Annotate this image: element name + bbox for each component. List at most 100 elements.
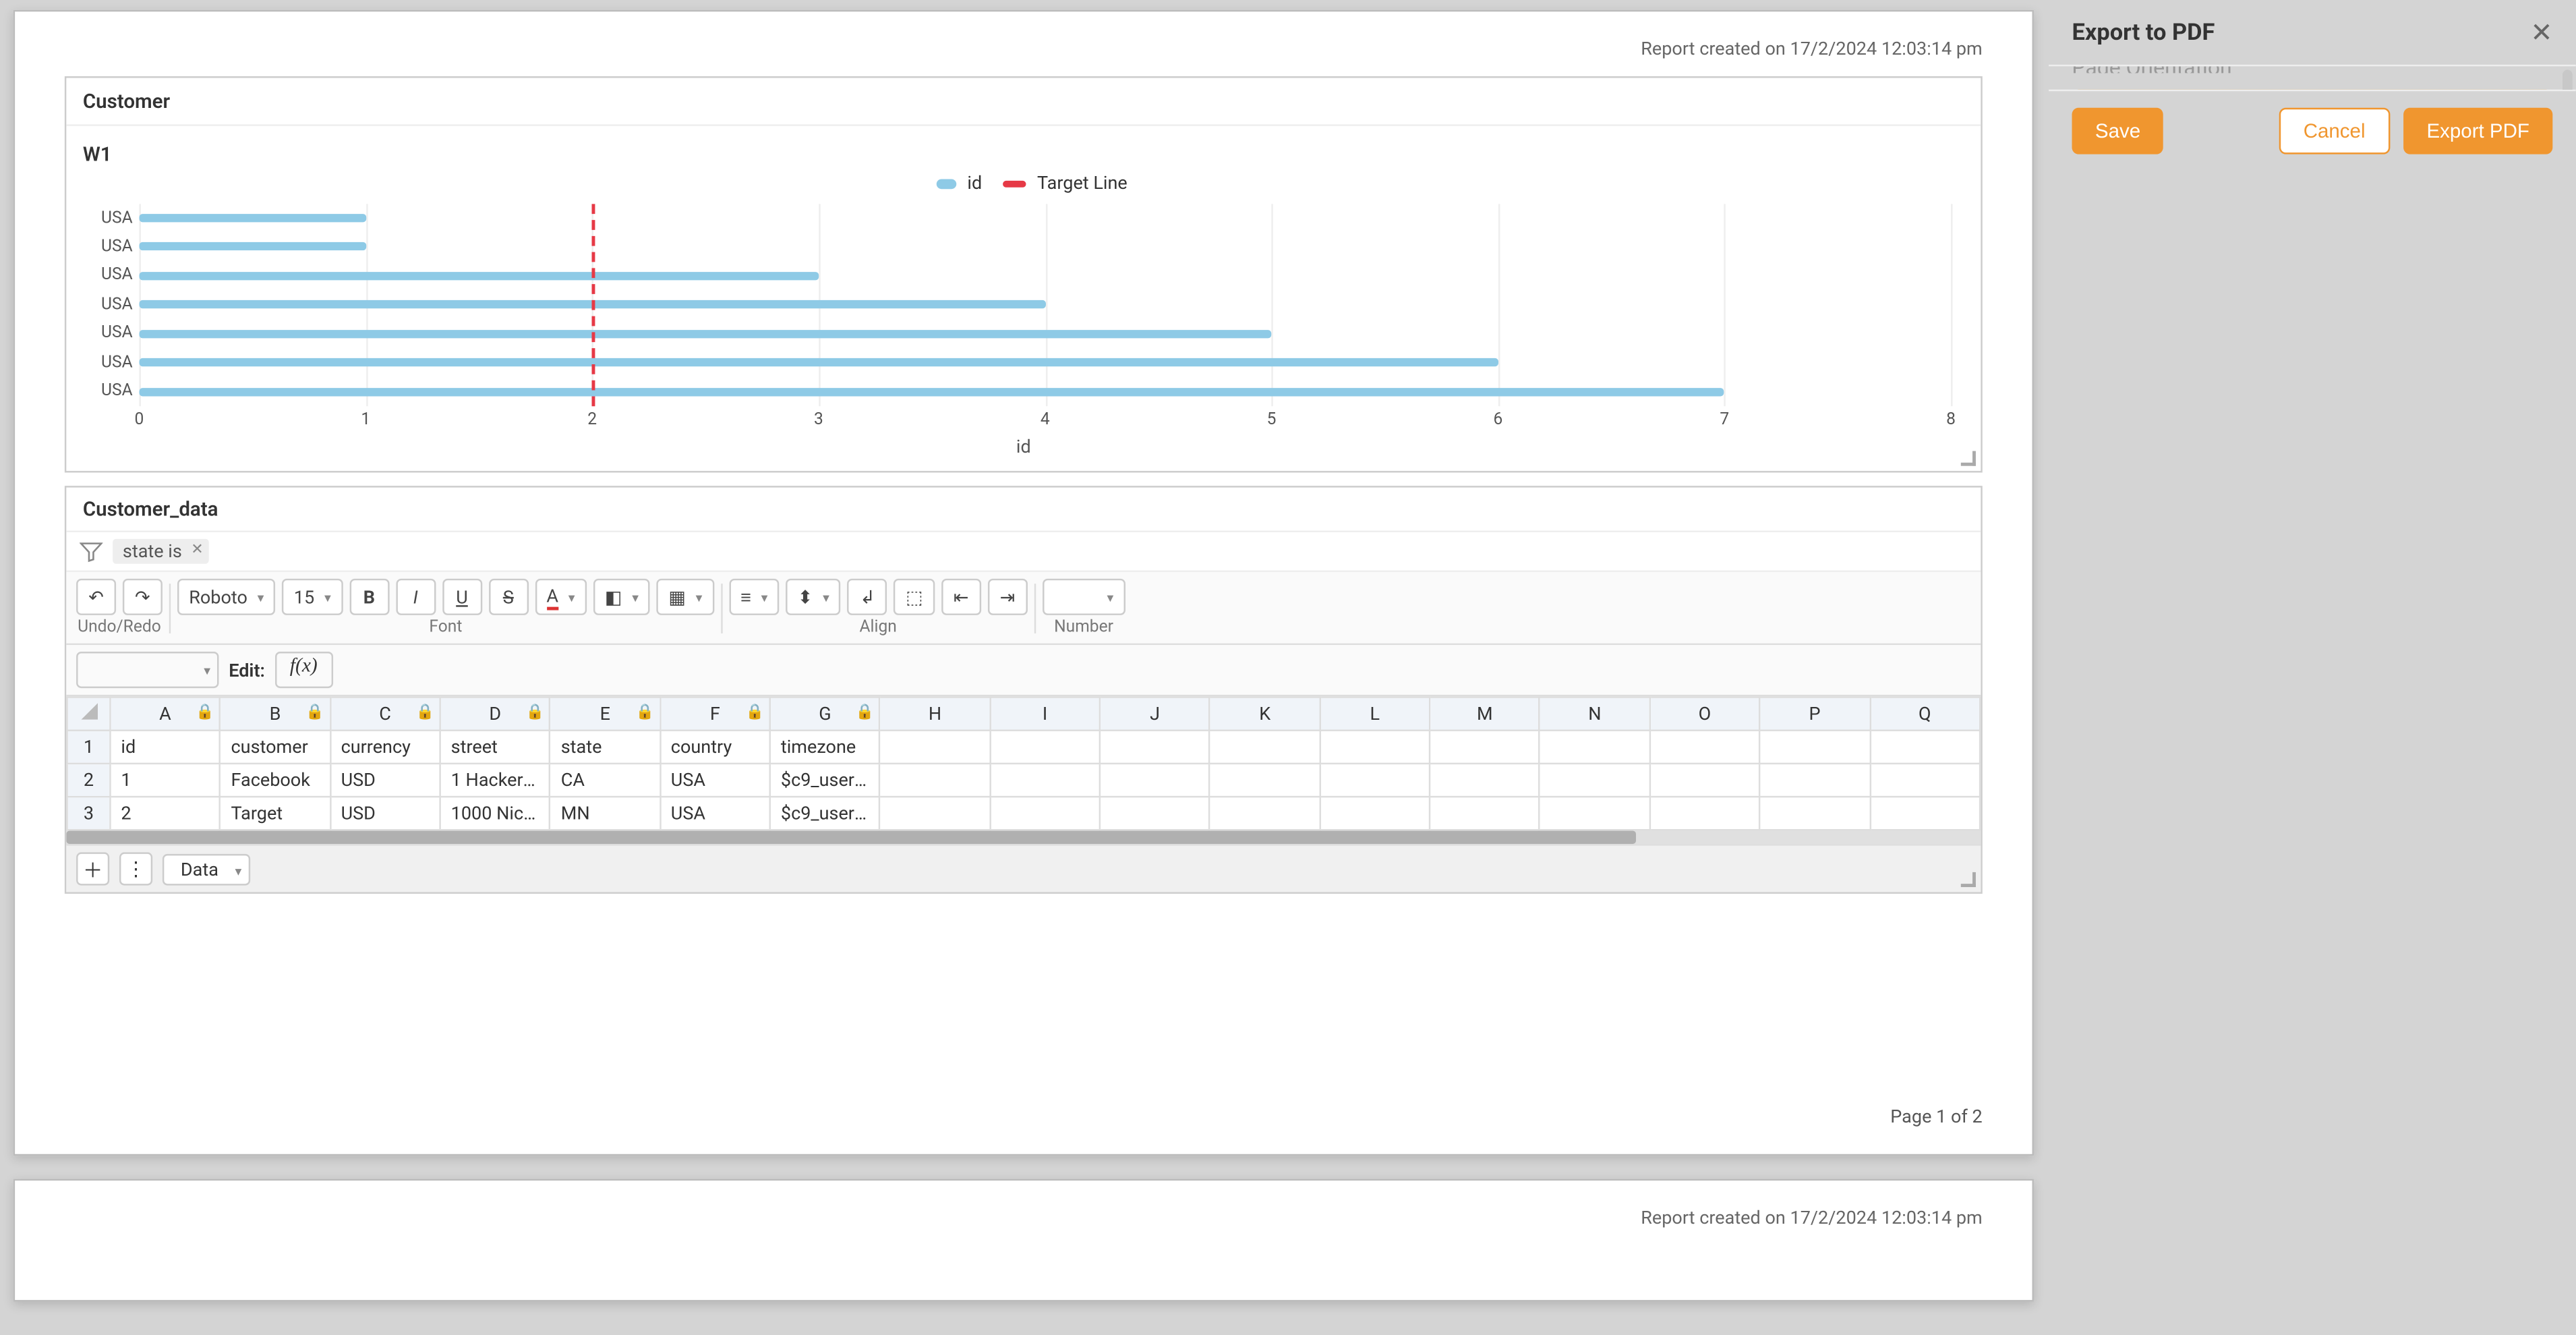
redo-button[interactable]: ↷ — [123, 579, 163, 615]
cell[interactable]: USD — [330, 797, 440, 830]
close-icon[interactable]: ✕ — [191, 542, 204, 559]
cell[interactable]: timezone — [770, 731, 880, 764]
cell[interactable]: $c9_user_... — [770, 797, 880, 830]
column-header[interactable]: K — [1210, 698, 1320, 731]
italic-button[interactable]: I — [396, 579, 436, 615]
column-header[interactable]: H — [880, 698, 990, 731]
column-header[interactable]: C🔒 — [330, 698, 440, 731]
cell[interactable]: currency — [330, 731, 440, 764]
cell[interactable] — [1870, 797, 1980, 830]
cell[interactable] — [1870, 731, 1980, 764]
panel-scrollbar[interactable] — [2563, 69, 2573, 86]
cell[interactable]: CA — [550, 764, 660, 797]
cell[interactable] — [1649, 731, 1759, 764]
row-header[interactable]: 3 — [67, 797, 111, 830]
cell[interactable]: Target — [221, 797, 330, 830]
close-panel-button[interactable]: ✕ — [2530, 17, 2552, 49]
cell[interactable] — [1760, 764, 1870, 797]
cell[interactable] — [880, 731, 990, 764]
column-header[interactable]: D🔒 — [440, 698, 550, 731]
sheet-tab-data[interactable]: Data ▾ — [163, 853, 250, 885]
cell[interactable]: USA — [660, 764, 770, 797]
halign-button[interactable]: ≡▾ — [729, 579, 780, 615]
strike-button[interactable]: S — [488, 579, 528, 615]
fx-button[interactable]: f(x) — [275, 652, 332, 688]
cell[interactable]: 1 Hacker ... — [440, 764, 550, 797]
bold-button[interactable]: B — [349, 579, 389, 615]
column-header[interactable]: G🔒 — [770, 698, 880, 731]
column-header[interactable]: M — [1430, 698, 1540, 731]
add-sheet-button[interactable]: ＋ — [76, 852, 109, 885]
cell[interactable]: 1 — [110, 764, 220, 797]
wrap-button[interactable]: ↲ — [848, 579, 887, 615]
textcolor-button[interactable]: A▾ — [535, 579, 587, 615]
select-all-corner[interactable] — [67, 698, 111, 731]
cell[interactable] — [1320, 731, 1430, 764]
column-header[interactable]: O — [1649, 698, 1759, 731]
row-header[interactable]: 1 — [67, 731, 111, 764]
underline-button[interactable]: U — [442, 579, 482, 615]
cell[interactable] — [880, 797, 990, 830]
cell[interactable] — [1760, 731, 1870, 764]
resize-handle-icon[interactable] — [1961, 451, 1978, 468]
column-header[interactable]: Q — [1870, 698, 1980, 731]
cell[interactable] — [1210, 797, 1320, 830]
valign-button[interactable]: ⬍▾ — [786, 579, 842, 615]
fillcolor-button[interactable]: ◧▾ — [593, 579, 651, 615]
indent-inc-button[interactable]: ⇥ — [988, 579, 1028, 615]
cell[interactable] — [1430, 731, 1540, 764]
cell[interactable]: Facebook — [221, 764, 330, 797]
cell[interactable] — [1649, 764, 1759, 797]
cell[interactable] — [1320, 797, 1430, 830]
column-header[interactable]: P — [1760, 698, 1870, 731]
fontsize-select[interactable]: 15▾ — [283, 579, 343, 615]
column-header[interactable]: I — [990, 698, 1100, 731]
cell[interactable] — [1870, 764, 1980, 797]
resize-handle-icon[interactable] — [1961, 872, 1978, 889]
column-header[interactable]: A🔒 — [110, 698, 220, 731]
cell[interactable]: country — [660, 731, 770, 764]
cell[interactable] — [880, 764, 990, 797]
cell[interactable] — [1320, 764, 1430, 797]
formula-input[interactable] — [343, 652, 1971, 688]
number-format-select[interactable]: ▾ — [1043, 579, 1125, 615]
cell[interactable] — [990, 797, 1100, 830]
borders-button[interactable]: ▦▾ — [657, 579, 714, 615]
cell[interactable] — [1540, 731, 1649, 764]
cell[interactable] — [1100, 764, 1210, 797]
filter-chip-state[interactable]: state is ✕ — [113, 539, 208, 564]
filter-icon[interactable] — [80, 540, 103, 563]
cell[interactable] — [990, 764, 1100, 797]
column-header[interactable]: J — [1100, 698, 1210, 731]
cell[interactable]: 2 — [110, 797, 220, 830]
cell[interactable]: street — [440, 731, 550, 764]
cell[interactable] — [1430, 764, 1540, 797]
cell[interactable]: 1000 Nico... — [440, 797, 550, 830]
cancel-button[interactable]: Cancel — [2279, 108, 2391, 154]
cell[interactable]: USD — [330, 764, 440, 797]
cell[interactable]: customer — [221, 731, 330, 764]
column-header[interactable]: B🔒 — [221, 698, 330, 731]
column-header[interactable]: F🔒 — [660, 698, 770, 731]
merge-button[interactable]: ⬚ — [894, 579, 935, 615]
export-pdf-button[interactable]: Export PDF — [2403, 108, 2552, 154]
cell[interactable] — [1100, 731, 1210, 764]
row-header[interactable]: 2 — [67, 764, 111, 797]
cell[interactable] — [1210, 731, 1320, 764]
cell[interactable] — [1540, 764, 1649, 797]
column-header[interactable]: L — [1320, 698, 1430, 731]
cell-name-box[interactable]: ▾ — [76, 652, 218, 688]
cell[interactable] — [1760, 797, 1870, 830]
cell[interactable] — [1430, 797, 1540, 830]
cell[interactable] — [1210, 764, 1320, 797]
cell[interactable]: MN — [550, 797, 660, 830]
column-header[interactable]: E🔒 — [550, 698, 660, 731]
cell[interactable]: $c9_user_... — [770, 764, 880, 797]
save-button[interactable]: Save — [2072, 108, 2164, 154]
cell[interactable]: state — [550, 731, 660, 764]
cell[interactable]: id — [110, 731, 220, 764]
cell[interactable] — [990, 731, 1100, 764]
spreadsheet-grid[interactable]: A🔒B🔒C🔒D🔒E🔒F🔒G🔒HIJKLMNOPQ1idcustomercurre… — [66, 696, 1981, 830]
column-header[interactable]: N — [1540, 698, 1649, 731]
sheet-menu-button[interactable]: ⋮ — [119, 852, 152, 885]
